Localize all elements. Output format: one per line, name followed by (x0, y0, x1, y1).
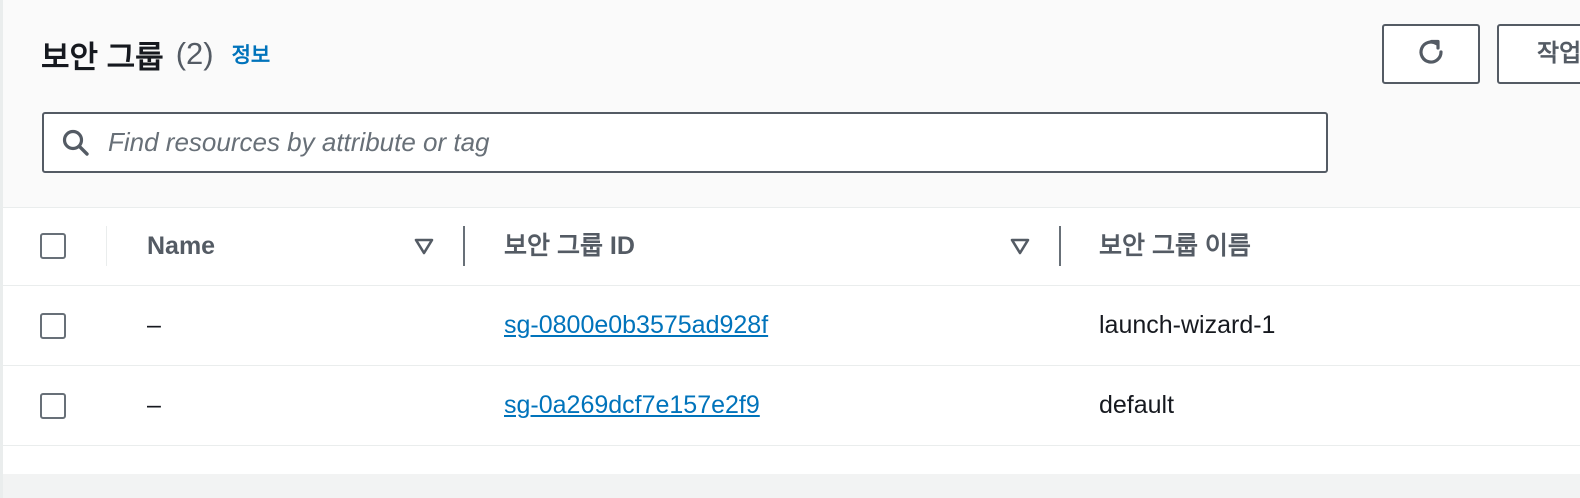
table-row[interactable]: – sg-0a269dcf7e157e2f9 default (3, 366, 1580, 446)
table-header: Name 보안 그룹 ID 보안 그룹 이름 (3, 208, 1580, 286)
row-checkbox[interactable] (40, 313, 66, 339)
cell-name: – (147, 311, 161, 339)
select-all-checkbox[interactable] (40, 233, 66, 259)
sort-down-icon[interactable] (413, 235, 435, 257)
search-icon (60, 127, 92, 159)
security-group-id-link[interactable]: sg-0800e0b3575ad928f (504, 286, 768, 365)
panel-header: 보안 그룹 (2) 정보 작업 (3, 0, 1580, 208)
security-groups-panel: 보안 그룹 (2) 정보 작업 Find resources by attrib… (0, 0, 1580, 498)
cell-group-name: default (1099, 391, 1175, 419)
refresh-icon (1414, 35, 1448, 74)
column-header-group-id[interactable]: 보안 그룹 ID (504, 208, 635, 285)
row-checkbox[interactable] (40, 393, 66, 419)
column-resize-handle[interactable] (463, 226, 465, 266)
actions-button[interactable]: 작업 (1497, 24, 1580, 84)
column-resize-handle[interactable] (1059, 226, 1061, 266)
search-input[interactable] (106, 126, 1290, 159)
actions-button-label: 작업 (1537, 40, 1580, 67)
refresh-button[interactable] (1382, 24, 1480, 84)
cell-name: – (147, 391, 161, 419)
column-divider (106, 226, 107, 266)
search-bar[interactable] (42, 112, 1328, 173)
resource-count: (2) (175, 36, 214, 71)
page-title: 보안 그룹 (2) 정보 (41, 30, 270, 78)
info-link[interactable]: 정보 (232, 39, 271, 69)
security-group-id-link[interactable]: sg-0a269dcf7e157e2f9 (504, 366, 760, 445)
table-row[interactable]: – sg-0800e0b3575ad928f launch-wizard-1 (3, 286, 1580, 366)
column-header-name[interactable]: Name (147, 208, 215, 285)
table-footer (3, 474, 1580, 498)
page-title-text: 보안 그룹 (41, 39, 164, 75)
sort-down-icon[interactable] (1009, 235, 1031, 257)
column-header-group-name[interactable]: 보안 그룹 이름 (1099, 208, 1251, 285)
cell-group-name: launch-wizard-1 (1099, 311, 1276, 339)
